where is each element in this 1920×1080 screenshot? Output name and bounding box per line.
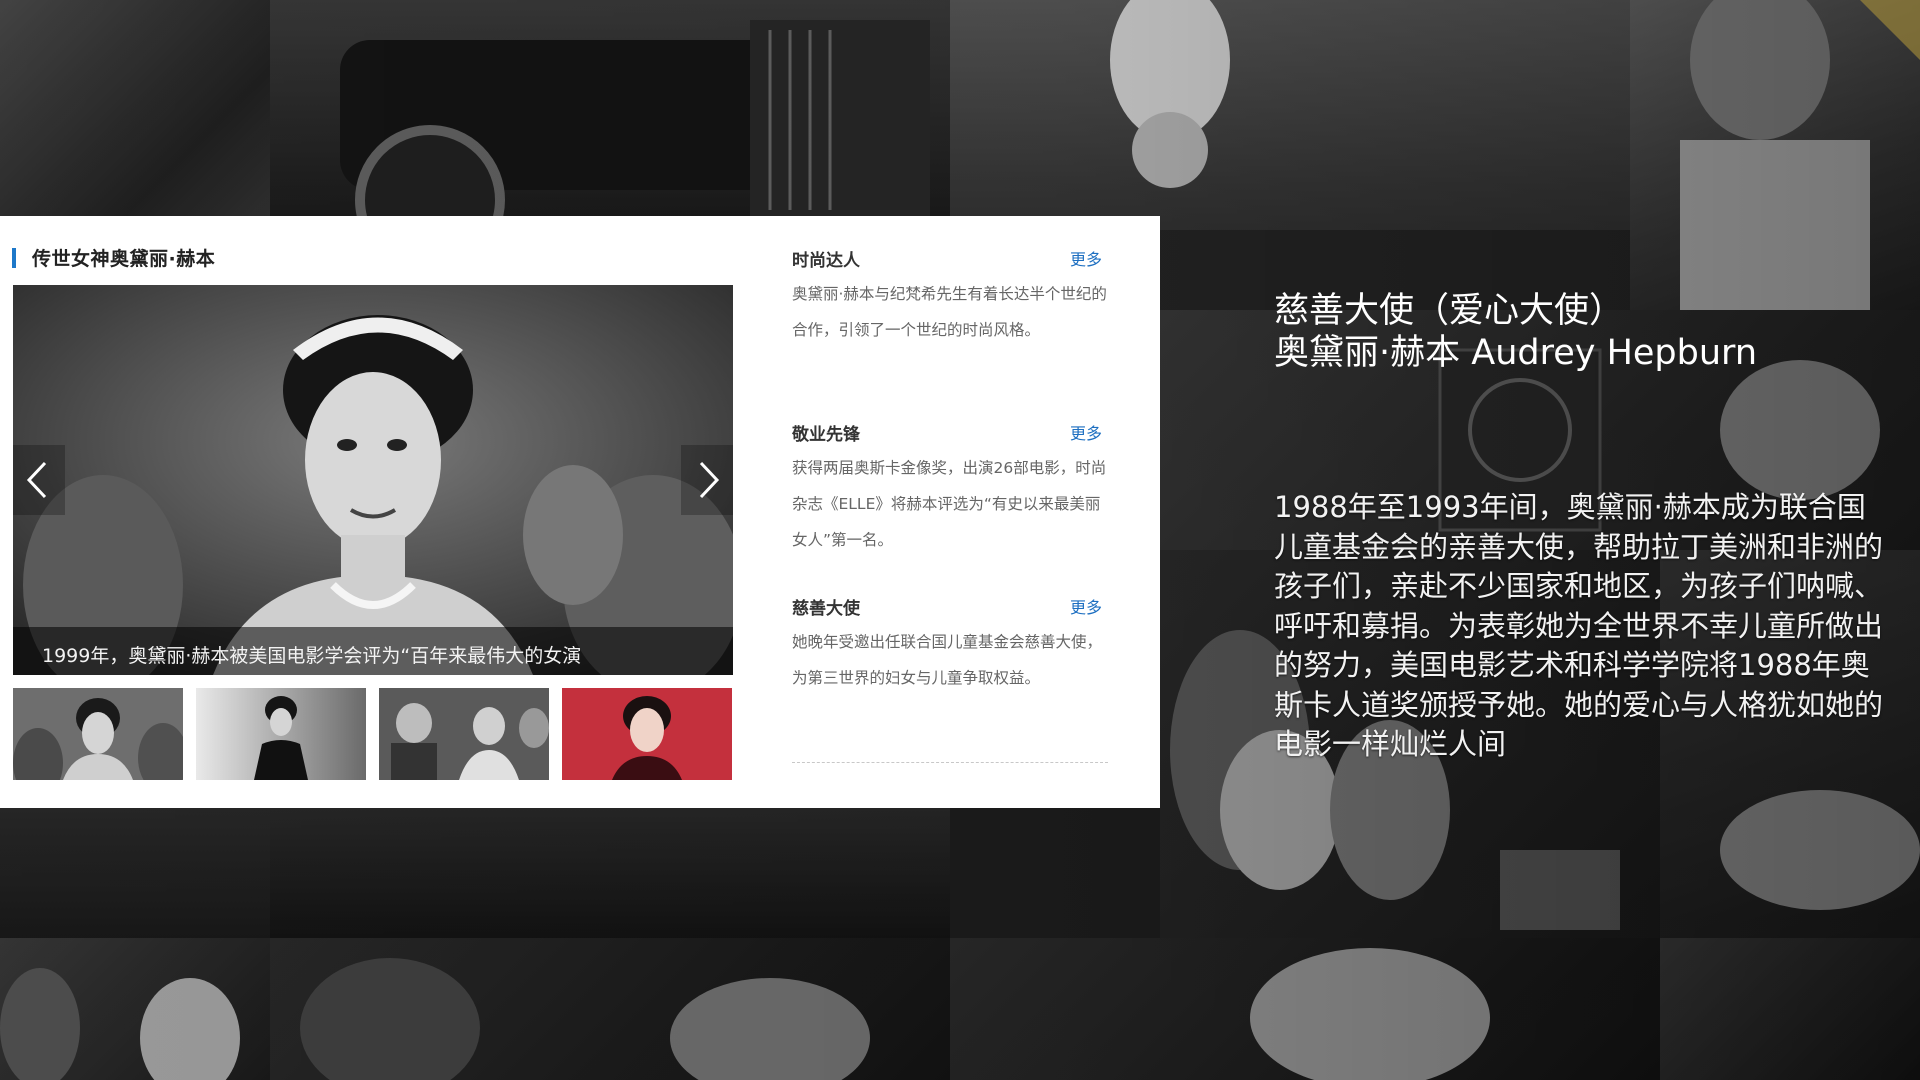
section-divider xyxy=(792,762,1108,763)
main-photo[interactable] xyxy=(13,285,733,675)
section-more-fashion[interactable]: 更多 xyxy=(1070,246,1102,270)
prev-slide-button[interactable] xyxy=(13,445,65,515)
chevron-left-icon xyxy=(26,461,47,499)
chevron-right-icon xyxy=(699,461,720,499)
section-title-fashion: 时尚达人 xyxy=(792,251,860,271)
overlay-heading-name: 奥黛丽·赫本 Audrey Hepburn xyxy=(1274,333,1758,373)
slide-caption: 1999年，奥黛丽·赫本被美国电影学会评为“百年来最伟大的女演 xyxy=(42,645,582,667)
main-photo-image xyxy=(13,285,733,675)
section-body-fashion: 奥黛丽·赫本与纪梵希先生有着长达半个世纪的合作，引领了一个世纪的时尚风格。 xyxy=(792,285,1107,339)
title-accent-bar xyxy=(12,248,16,268)
thumbnail-1[interactable] xyxy=(13,688,183,780)
thumbnail-2-image xyxy=(196,688,366,780)
thumbnail-3-image xyxy=(379,688,549,780)
section-body-dedication: 获得两届奥斯卡金像奖，出演26部电影，时尚杂志《ELLE》将赫本评选为“有史以来… xyxy=(792,459,1107,549)
section-title-charity: 慈善大使 xyxy=(792,599,860,619)
overlay-description: 1988年至1993年间，奥黛丽·赫本成为联合国儿童基金会的亲善大使，帮助拉丁美… xyxy=(1274,490,1884,761)
section-body-charity: 她晚年受邀出任联合国儿童基金会慈善大使，为第三世界的妇女与儿童争取权益。 xyxy=(792,633,1103,687)
section-more-charity[interactable]: 更多 xyxy=(1070,594,1102,618)
section-title-dedication: 敬业先锋 xyxy=(792,425,860,445)
thumbnail-2[interactable] xyxy=(196,688,366,780)
panel-title: 传世女神奥黛丽·赫本 xyxy=(32,248,216,270)
next-slide-button[interactable] xyxy=(681,445,733,515)
section-more-dedication[interactable]: 更多 xyxy=(1070,420,1102,444)
thumbnail-1-image xyxy=(13,688,183,780)
thumbnail-3[interactable] xyxy=(379,688,549,780)
thumbnail-4-image xyxy=(562,688,732,780)
corner-logo-icon xyxy=(1860,0,1920,60)
thumbnail-4[interactable] xyxy=(562,688,732,780)
